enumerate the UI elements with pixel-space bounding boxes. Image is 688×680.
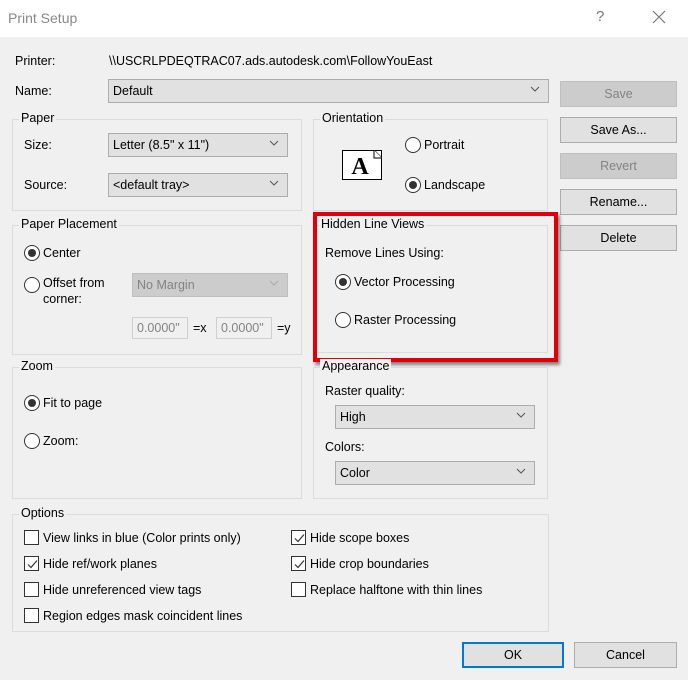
raster-quality-label: Raster quality: xyxy=(325,384,405,398)
source-value: <default tray> xyxy=(113,178,190,192)
orientation-glyph: A xyxy=(351,154,369,180)
ok-button[interactable]: OK xyxy=(462,642,564,668)
close-icon[interactable] xyxy=(648,6,670,28)
option-checkbox[interactable] xyxy=(24,582,39,597)
checkmark-icon xyxy=(27,560,38,569)
option-label: Replace halftone with thin lines xyxy=(310,583,483,597)
zoom-legend: Zoom xyxy=(19,359,55,373)
colors-dropdown[interactable]: Color xyxy=(335,461,535,485)
window-title: Print Setup xyxy=(8,10,78,26)
name-dropdown[interactable]: Default xyxy=(108,79,549,103)
chevron-down-icon xyxy=(269,280,279,286)
option-label: View links in blue (Color prints only) xyxy=(43,531,241,545)
option-label: Hide unreferenced view tags xyxy=(43,583,202,597)
printer-value: \\USCRLPDEQTRAC07.ads.autodesk.com\Follo… xyxy=(109,54,433,68)
x-offset-input[interactable]: 0.0000" xyxy=(132,317,188,339)
margin-value: No Margin xyxy=(137,278,195,292)
option-checkbox[interactable] xyxy=(291,556,306,571)
raster-quality-dropdown[interactable]: High xyxy=(335,405,535,429)
chevron-down-icon xyxy=(530,86,540,92)
printer-label: Printer: xyxy=(15,54,56,68)
chevron-down-icon xyxy=(269,140,279,146)
landscape-radio[interactable] xyxy=(405,177,421,193)
option-label: Region edges mask coincident lines xyxy=(43,609,243,623)
delete-button[interactable]: Delete xyxy=(560,225,677,251)
size-dropdown[interactable]: Letter (8.5" x 11") xyxy=(108,133,288,157)
page-orientation-icon: A xyxy=(342,150,382,180)
cancel-button[interactable]: Cancel xyxy=(574,642,677,668)
save-as-button[interactable]: Save As... xyxy=(560,117,677,143)
size-label: Size: xyxy=(24,138,52,152)
offset-radio[interactable] xyxy=(24,277,40,293)
portrait-label: Portrait xyxy=(424,138,465,152)
zoom-radio[interactable] xyxy=(24,433,40,449)
margin-dropdown[interactable]: No Margin xyxy=(132,273,288,297)
chevron-down-icon xyxy=(516,468,526,474)
rename-button[interactable]: Rename... xyxy=(560,189,677,215)
option-checkbox[interactable] xyxy=(24,608,39,623)
source-label: Source: xyxy=(24,178,68,192)
options-legend: Options xyxy=(19,506,67,520)
colors-label: Colors: xyxy=(325,440,365,454)
chevron-down-icon xyxy=(269,180,279,186)
save-button[interactable]: Save xyxy=(560,81,677,107)
raster-quality-value: High xyxy=(340,410,366,424)
name-label: Name: xyxy=(15,84,52,98)
zoom-group: Zoom xyxy=(12,359,302,499)
landscape-label: Landscape xyxy=(424,178,486,192)
zoom-label: Zoom: xyxy=(43,434,79,448)
option-label: Hide scope boxes xyxy=(310,531,410,545)
option-label: Hide crop boundaries xyxy=(310,557,429,571)
colors-value: Color xyxy=(340,466,370,480)
fit-to-page-label: Fit to page xyxy=(43,396,103,410)
offset-label-line1: Offset from xyxy=(43,276,105,290)
paper-legend: Paper xyxy=(19,111,57,125)
y-offset-input[interactable]: 0.0000" xyxy=(216,317,272,339)
source-dropdown[interactable]: <default tray> xyxy=(108,173,288,197)
title-bar: Print Setup ? xyxy=(0,0,688,37)
offset-label-line2: corner: xyxy=(43,292,82,306)
checkmark-icon xyxy=(294,534,305,543)
help-button[interactable]: ? xyxy=(596,8,604,25)
fit-to-page-radio[interactable] xyxy=(24,395,40,411)
name-value: Default xyxy=(113,84,153,98)
option-checkbox[interactable] xyxy=(291,582,306,597)
option-label: Hide ref/work planes xyxy=(43,557,157,571)
center-radio[interactable] xyxy=(24,245,40,261)
y-label: =y xyxy=(277,321,291,335)
orientation-legend: Orientation xyxy=(320,111,386,125)
portrait-radio[interactable] xyxy=(405,137,421,153)
annotation-highlight-box xyxy=(313,212,558,362)
checkmark-icon xyxy=(294,560,305,569)
paper-placement-legend: Paper Placement xyxy=(19,217,119,231)
option-checkbox[interactable] xyxy=(24,556,39,571)
option-checkbox[interactable] xyxy=(291,530,306,545)
chevron-down-icon xyxy=(516,412,526,418)
center-label: Center xyxy=(43,246,81,260)
revert-button[interactable]: Revert xyxy=(560,153,677,179)
size-value: Letter (8.5" x 11") xyxy=(113,138,210,152)
option-checkbox[interactable] xyxy=(24,530,39,545)
x-label: =x xyxy=(193,321,207,335)
appearance-legend: Appearance xyxy=(320,359,392,373)
